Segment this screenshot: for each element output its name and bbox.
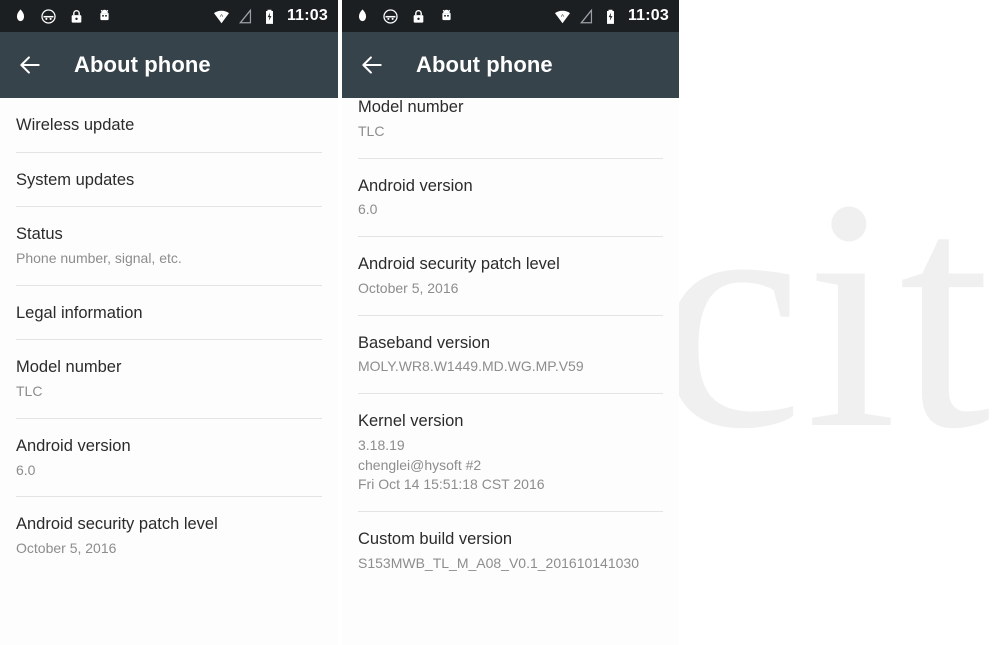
wifi-icon: A [213,10,229,23]
back-arrow-icon[interactable] [17,52,43,78]
settings-row[interactable]: Status Phone number, signal, etc. [0,207,338,286]
settings-list-right[interactable]: Model number TLC Android version 6.0 Android… [342,80,679,590]
lock-icon [413,9,424,23]
settings-row[interactable]: Android version 6.0 [342,159,679,237]
settings-row-content: System updates [16,153,322,208]
settings-row-subtitle: 3.18.19 chenglei@hysoft #2 Fri Oct 14 15:5… [358,436,663,496]
lock-icon [71,9,82,23]
settings-row[interactable]: Model number TLC [342,80,679,159]
settings-row[interactable]: Legal information [0,286,338,341]
settings-row[interactable]: Model number TLC [0,340,338,419]
settings-row-subtitle-line: Phone number, signal, etc. [16,249,182,266]
battery-charging-icon [265,9,273,24]
settings-row-content: Android security patch level October 5, 2… [16,497,322,575]
settings-row-subtitle: S153MWB_TL_M_A08_V0.1_201610141030 [358,554,663,574]
settings-row-subtitle: Phone number, signal, etc. [16,249,322,269]
settings-row[interactable]: Android version 6.0 [0,419,338,498]
settings-row-content: Kernel version 3.18.19 chenglei@hysoft #2 F… [358,394,663,513]
settings-row-subtitle-line: 6.0 [358,201,378,218]
wifi-icon: A [554,10,570,23]
settings-row-subtitle-line: S153MWB_TL_M_A08_V0.1_201610141030 [358,554,639,571]
settings-row-content: Model number TLC [358,80,663,159]
signal-no-service-icon [579,8,593,23]
settings-row-subtitle: October 5, 2016 [16,539,322,559]
settings-row-subtitle-line: Fri Oct 14 15:51:18 CST 2016 [358,476,545,493]
page-title: About phone [74,52,211,77]
status-bar-clock: 11:03 [627,7,669,24]
settings-row[interactable]: System updates [0,153,338,208]
settings-row[interactable]: Android security patch level October 5, 2… [342,237,679,316]
settings-row-content: Android version 6.0 [16,419,322,498]
settings-row-title: Model number [16,358,122,377]
android-robot-icon [442,9,451,20]
settings-row-content: Wireless update [16,98,322,153]
settings-row[interactable]: Wireless update [0,98,338,153]
settings-row-subtitle: MOLY.WR8.W1449.MD.WG.MP.V59 [358,357,663,377]
status-bar-right: A 11:03 [342,0,679,32]
status-bar-left: A 11:03 [0,0,338,32]
face-notification-icon [41,8,56,24]
settings-row-content: Model number TLC [16,340,322,419]
battery-charging-icon [606,9,614,24]
android-robot-icon [100,9,109,20]
status-bar-system-icons: A 11:03 [554,7,669,25]
blob-notification-icon [358,8,367,21]
settings-row-content: Android version 6.0 [358,159,663,237]
settings-row-subtitle-line: chenglei@hysoft #2 [358,456,482,473]
status-bar-system-icons: A 11:03 [213,7,328,25]
settings-row-title: Kernel version [358,412,464,430]
signal-no-service-icon [238,8,252,23]
settings-list-left[interactable]: Wireless update System updates Status Phone… [0,98,338,575]
settings-row-title: Android security patch level [358,255,560,273]
settings-row[interactable]: Kernel version 3.18.19 chenglei@hysoft #2 F… [342,394,679,513]
settings-row-title: Wireless update [16,116,135,134]
settings-row-subtitle-line: TLC [16,383,43,399]
blob-notification-icon [16,8,25,21]
settings-row-title: Baseband version [358,333,491,352]
settings-row[interactable]: Android security patch level October 5, 2… [0,497,338,575]
settings-row-title: Android version [358,176,473,195]
phone-screenshot-left: A 11:03 About phone Wireless update Syste… [0,0,338,645]
settings-row-title: Android version [16,436,131,455]
settings-row-title: Legal information [16,303,143,322]
settings-row-content: Legal information [16,286,322,341]
settings-row-content: Custom build version S153MWB_TL_M_A08_V0.… [358,512,663,590]
settings-row-subtitle: 6.0 [16,461,322,481]
settings-row-subtitle: TLC [16,382,322,402]
status-bar-notification-icons [12,8,113,25]
settings-row-subtitle: October 5, 2016 [358,279,663,299]
settings-row-content: Android security patch level October 5, 2… [358,237,663,316]
status-bar-clock: 11:03 [286,7,328,24]
app-bar-left: About phone [0,32,338,98]
settings-row-content: Status Phone number, signal, etc. [16,207,322,286]
page-title: About phone [416,52,553,77]
status-bar-notification-icons [354,8,455,25]
settings-row[interactable]: Custom build version S153MWB_TL_M_A08_V0.… [342,512,679,590]
settings-row-subtitle-line: October 5, 2016 [358,279,459,296]
settings-row-subtitle-line: TLC [358,122,385,139]
settings-row-title: System updates [16,170,135,189]
face-notification-icon [383,8,398,24]
settings-row-title: Status [16,225,63,244]
settings-row-subtitle: 6.0 [358,200,663,220]
settings-row-subtitle-line: October 5, 2016 [16,540,117,556]
settings-row-title: Custom build version [358,530,513,549]
settings-row[interactable]: Baseband version MOLY.WR8.W1449.MD.WG.MP.… [342,316,679,394]
settings-row-subtitle: TLC [358,122,663,142]
phone-screenshot-right: A 11:03 About phone Model number TLC Andro… [342,0,679,645]
settings-row-content: Baseband version MOLY.WR8.W1449.MD.WG.MP.… [358,316,663,394]
settings-row-title: Android security patch level [16,515,218,534]
back-arrow-icon[interactable] [359,52,385,78]
settings-row-title: Model number [358,98,464,116]
settings-row-subtitle-line: MOLY.WR8.W1449.MD.WG.MP.V59 [358,358,584,375]
settings-row-subtitle-line: 6.0 [16,461,36,478]
settings-row-subtitle-line: 3.18.19 [358,436,405,453]
